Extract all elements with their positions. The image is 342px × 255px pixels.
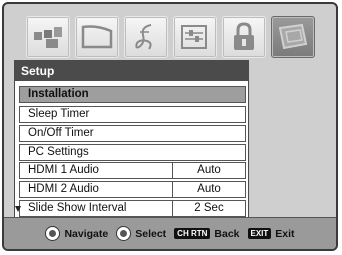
exit-hint: EXIT Exit [247,227,295,240]
navigation-hint-bar: Navigate Select CH RTN Back EXIT Exit [4,217,336,249]
lock-icon [234,22,254,50]
music-note-icon [135,24,152,50]
menu-item-on-off-timer[interactable]: On/Off Timer [19,125,246,142]
scroll-down-arrow-icon [15,206,21,212]
tab-audio[interactable] [124,16,168,58]
select-button-icon [116,226,132,241]
menu-item-sleep-timer[interactable]: Sleep Timer [19,106,246,123]
dpad-icon [45,226,61,241]
menu-item-hdmi1-audio[interactable]: HDMI 1 Audio Auto [19,162,246,179]
navigate-label: Navigate [64,227,109,240]
menu-item-label: On/Off Timer [28,127,94,139]
menu-list: Installation Sleep Timer On/Off Timer PC… [15,81,248,222]
tab-picture[interactable] [26,16,70,58]
menu-item-label: PC Settings [28,146,89,158]
widescreen-icon [81,25,113,49]
preferences-icon [181,25,207,49]
tab-preferences[interactable] [173,16,217,58]
menu-item-installation[interactable]: Installation [19,86,246,103]
hdmi2-audio-value: Auto [197,183,221,195]
menu-item-pc-settings[interactable]: PC Settings [19,144,246,161]
menu-item-slide-show-interval[interactable]: Slide Show Interval 2 Sec [19,200,246,217]
menu-item-label: Installation [28,88,89,100]
back-hint: CH RTN Back [174,227,240,240]
back-label: Back [214,227,240,240]
navigate-hint: Navigate [45,226,108,241]
setup-icon [278,23,308,50]
hdmi1-audio-value: Auto [197,164,221,176]
tab-setup[interactable] [271,16,315,58]
menu-item-label: HDMI 1 Audio [28,164,99,176]
menu-item-hdmi2-audio[interactable]: HDMI 2 Audio Auto [19,181,246,198]
tab-locks[interactable] [222,16,266,58]
select-label: Select [135,227,167,240]
picture-icon [34,27,62,48]
slide-show-interval-value: 2 Sec [194,202,224,214]
menu-item-label: HDMI 2 Audio [28,183,99,195]
tab-widescreen[interactable] [75,16,119,58]
menu-icon-tabs [26,16,315,58]
setup-menu-panel: Setup Installation Sleep Timer On/Off Ti… [14,60,249,223]
menu-title: Setup [15,61,248,81]
tv-menu-screen: Setup Installation Sleep Timer On/Off Ti… [2,2,338,251]
ch-rtn-key-icon: CH RTN [174,228,211,239]
menu-item-label: Sleep Timer [28,108,90,120]
exit-label: Exit [275,227,295,240]
select-hint: Select [116,226,166,241]
menu-item-label: Slide Show Interval [28,202,127,214]
exit-key-icon: EXIT [247,228,272,239]
